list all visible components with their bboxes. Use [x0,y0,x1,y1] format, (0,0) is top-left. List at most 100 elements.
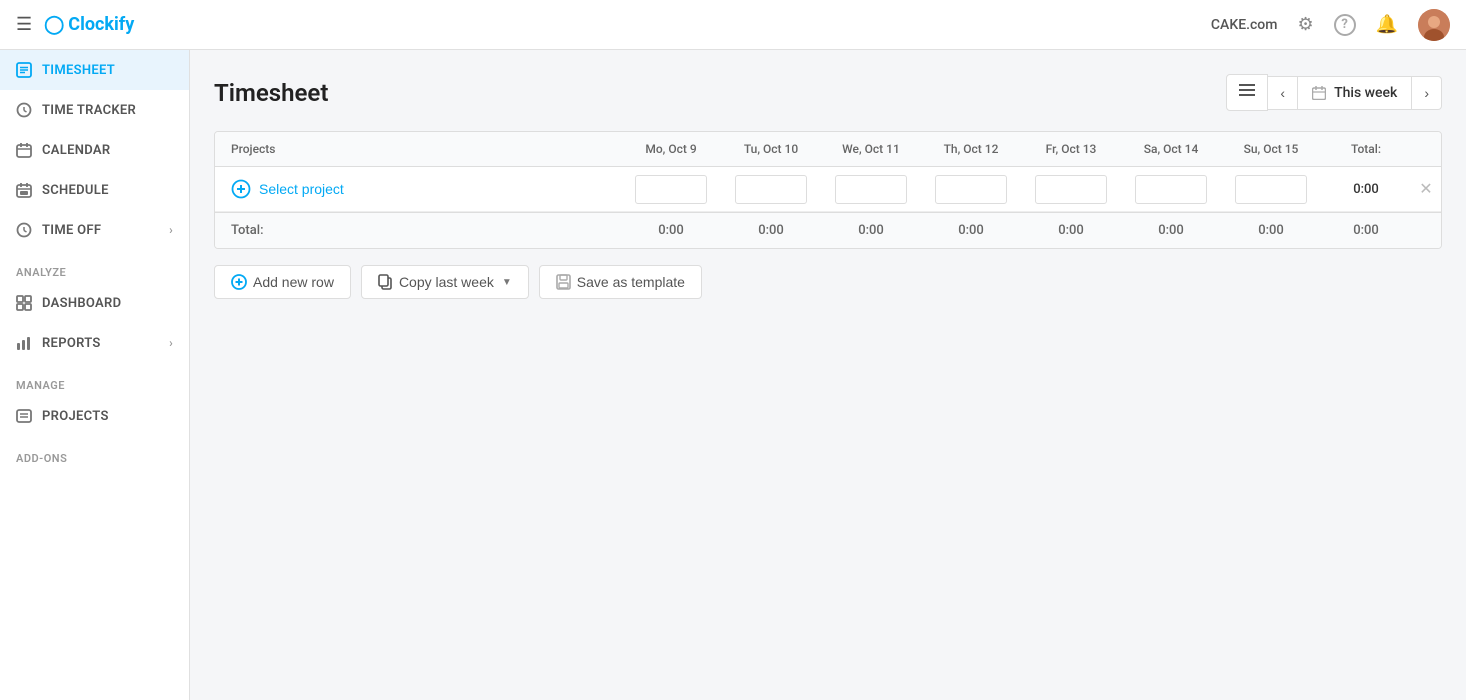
row-total: 0:00 [1321,170,1411,209]
select-project-button[interactable]: Select project [259,181,344,197]
total-tue: 0:00 [721,213,821,248]
add-circle-icon [231,179,251,199]
sidebar-item-schedule[interactable]: SCHEDULE [0,170,189,210]
add-new-row-button[interactable]: Add new row [214,265,351,299]
close-cell: ✕ [1411,171,1441,207]
sidebar-item-projects[interactable]: PROJECTS [0,396,189,436]
logo: ◯ Clockify [44,14,134,35]
total-fri: 0:00 [1021,213,1121,248]
sidebar-item-calendar-label: CALENDAR [42,143,110,158]
sun-input-cell [1221,169,1321,210]
current-week-label: This week [1334,85,1397,101]
col-tue: Tu, Oct 10 [721,132,821,166]
col-sun: Su, Oct 15 [1221,132,1321,166]
header-controls: ‹ This week › [1226,74,1442,111]
fri-input[interactable] [1035,175,1107,204]
wed-input[interactable] [835,175,907,204]
bell-icon[interactable]: 🔔 [1376,14,1398,35]
total-sat: 0:00 [1121,213,1221,248]
tue-input[interactable] [735,175,807,204]
total-all: 0:00 [1321,213,1411,248]
total-thu: 0:00 [921,213,1021,248]
week-navigator: ‹ This week › [1268,76,1442,110]
projects-icon [16,408,32,424]
col-actions [1411,132,1441,166]
copy-icon [378,274,393,290]
sidebar-item-dashboard[interactable]: DASHBOARD [0,283,189,323]
sidebar-item-reports[interactable]: REPORTS › [0,323,189,363]
save-as-template-button[interactable]: Save as template [539,265,702,299]
totals-row: Total: 0:00 0:00 0:00 0:00 0:00 0:00 0:0… [215,212,1441,248]
wed-input-cell [821,169,921,210]
logo-icon: ◯ [44,14,64,35]
page-title: Timesheet [214,79,328,107]
add-new-row-label: Add new row [253,274,334,290]
menu-icon[interactable]: ☰ [16,14,32,35]
col-wed: We, Oct 11 [821,132,921,166]
dashboard-icon [16,295,32,311]
fri-input-cell [1021,169,1121,210]
table-header: Projects Mo, Oct 9 Tu, Oct 10 We, Oct 11… [215,132,1441,167]
week-label: This week [1297,77,1412,109]
time-off-icon [16,222,32,238]
timesheet-table: Projects Mo, Oct 9 Tu, Oct 10 We, Oct 11… [214,131,1442,249]
col-fri: Fr, Oct 13 [1021,132,1121,166]
clock-icon [16,102,32,118]
col-projects: Projects [215,132,621,166]
total-mon: 0:00 [621,213,721,248]
bottom-actions: Add new row Copy last week ▼ Save as tem… [214,265,1442,299]
sidebar-item-calendar[interactable]: CALENDAR [0,130,189,170]
topbar: ☰ ◯ Clockify CAKE.com ⚙ ? 🔔 [0,0,1466,50]
puzzle-icon[interactable]: ⚙ [1297,14,1313,35]
thu-input-cell [921,169,1021,210]
sidebar-item-time-tracker[interactable]: TIME TRACKER [0,90,189,130]
addons-section-label: ADD-ONS [0,436,189,469]
remove-row-button[interactable]: ✕ [1419,179,1432,199]
sidebar-item-timesheet[interactable]: TIMESHEET [0,50,189,90]
total-sun: 0:00 [1221,213,1321,248]
sidebar-item-timesheet-label: TIMESHEET [42,63,115,78]
time-off-chevron: › [169,223,173,237]
sidebar-item-dashboard-label: DASHBOARD [42,296,121,311]
mon-input[interactable] [635,175,707,204]
project-cell: Select project [215,167,621,211]
add-row-icon [231,274,247,290]
sun-input[interactable] [1235,175,1307,204]
prev-week-button[interactable]: ‹ [1268,77,1297,109]
sidebar-item-reports-label: REPORTS [42,336,101,351]
total-wed: 0:00 [821,213,921,248]
copy-last-week-label: Copy last week [399,274,494,290]
col-total: Total: [1321,132,1411,166]
main-content: Timesheet ‹ [190,50,1466,700]
company-name: CAKE.com [1211,17,1278,33]
avatar[interactable] [1418,9,1450,41]
sidebar: TIMESHEET TIME TRACKER CALENDAR [0,50,190,700]
mon-input-cell [621,169,721,210]
save-as-template-label: Save as template [577,274,685,290]
sidebar-item-time-off[interactable]: TIME OFF › [0,210,189,250]
schedule-icon [16,182,32,198]
table-row: Select project [215,167,1441,212]
manage-section-label: MANAGE [0,363,189,396]
sat-input-cell [1121,169,1221,210]
tue-input-cell [721,169,821,210]
sidebar-item-schedule-label: SCHEDULE [42,183,109,198]
page-header: Timesheet ‹ [214,74,1442,111]
calendar-small-icon [1312,86,1326,100]
timesheet-icon [16,62,32,78]
next-week-button[interactable]: › [1412,77,1441,109]
copy-last-week-button[interactable]: Copy last week ▼ [361,265,529,299]
col-sat: Sa, Oct 14 [1121,132,1221,166]
sidebar-item-time-tracker-label: TIME TRACKER [42,103,136,118]
save-template-icon [556,274,571,290]
sidebar-item-time-off-label: TIME OFF [42,223,101,238]
analyze-section-label: ANALYZE [0,250,189,283]
copy-dropdown-arrow: ▼ [502,277,512,288]
sidebar-item-projects-label: PROJECTS [42,409,109,424]
view-toggle-button[interactable] [1226,74,1268,111]
help-icon[interactable]: ? [1334,14,1356,36]
col-mon: Mo, Oct 9 [621,132,721,166]
sat-input[interactable] [1135,175,1207,204]
thu-input[interactable] [935,175,1007,204]
reports-chevron: › [169,336,173,350]
